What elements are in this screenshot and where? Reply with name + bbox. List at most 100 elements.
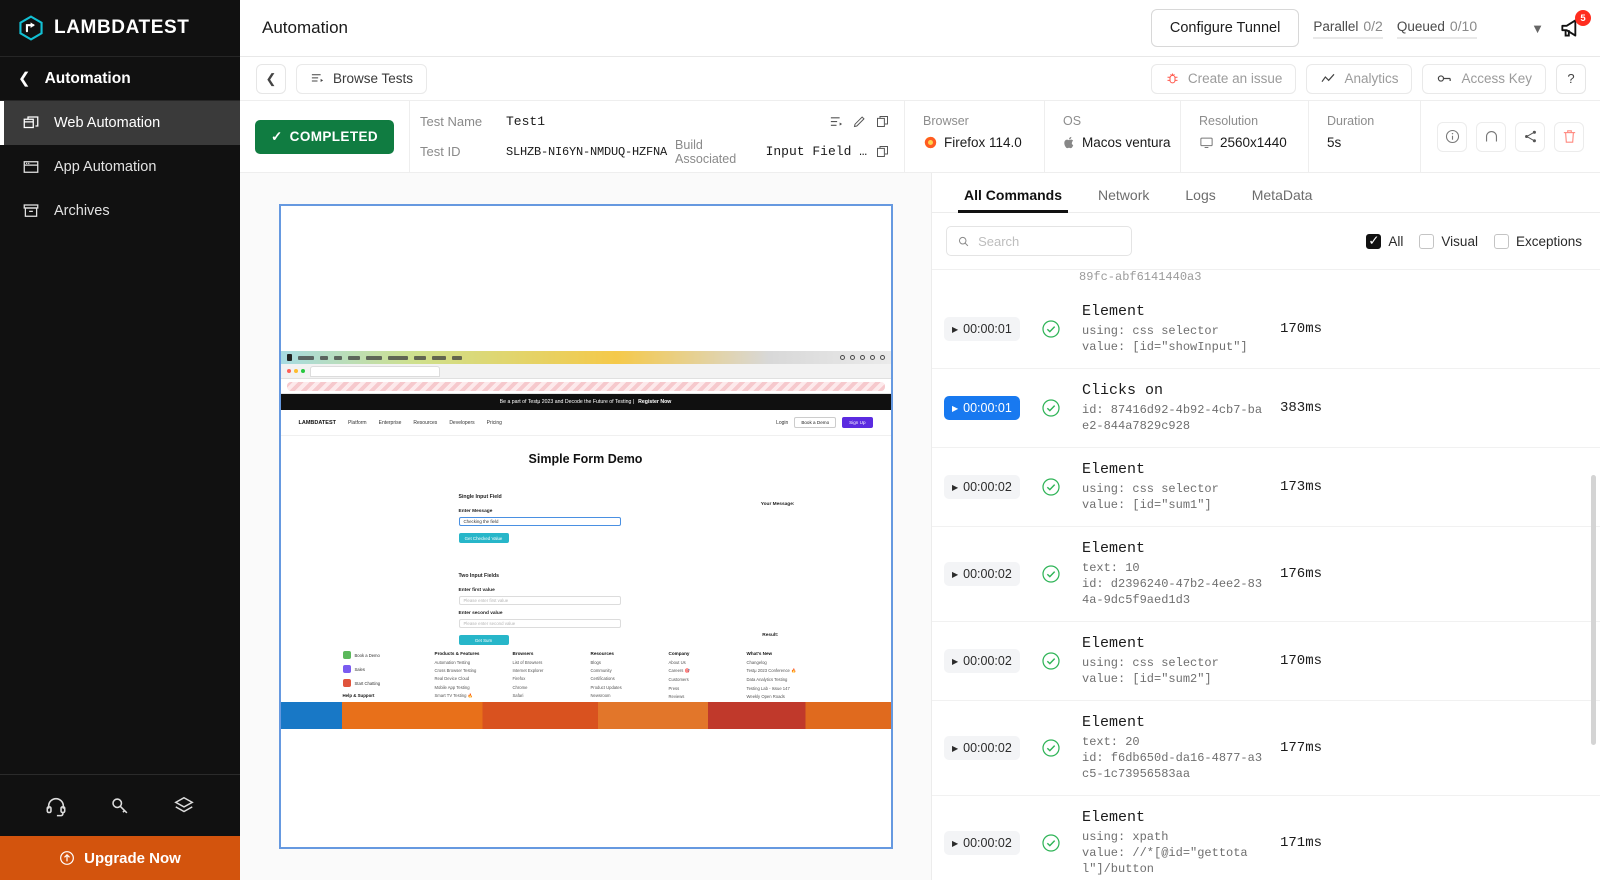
command-timestamp[interactable]: ▶ 00:00:02 bbox=[944, 475, 1020, 499]
check-circle-icon bbox=[1042, 399, 1060, 417]
command-timestamp[interactable]: ▶ 00:00:01 bbox=[944, 317, 1020, 341]
checkbox-all-icon: ✓ bbox=[1366, 233, 1382, 249]
filter-exceptions[interactable]: Exceptions bbox=[1493, 233, 1582, 249]
command-timestamp[interactable]: ▶ 00:00:02 bbox=[944, 649, 1020, 673]
headset-icon[interactable] bbox=[45, 795, 67, 817]
footer-link: Chrome bbox=[512, 684, 528, 690]
sidebar-item-app-automation[interactable]: App Automation bbox=[0, 145, 240, 189]
info-button[interactable] bbox=[1437, 121, 1467, 152]
command-meta: using: css selector value: [id="sum2"] bbox=[1082, 656, 1219, 686]
command-duration: 171ms bbox=[1280, 835, 1323, 851]
command-status bbox=[1020, 477, 1082, 497]
sidebar-item-archives[interactable]: Archives bbox=[0, 189, 240, 233]
command-details: Element text: 10 id: d2396240-47b2-4ee2-… bbox=[1082, 540, 1264, 608]
get-checked-value-button: Get Checked Value bbox=[458, 533, 509, 543]
pencil-icon[interactable] bbox=[852, 114, 867, 129]
second-value-input: Please enter second value bbox=[458, 619, 621, 628]
command-title: Clicks on bbox=[1082, 382, 1164, 399]
footer-badges: Book a Demo Sales Start Chatting Help & … bbox=[342, 651, 435, 702]
browse-tests-button[interactable]: Browse Tests bbox=[296, 63, 428, 94]
create-issue-button[interactable]: Create an issue bbox=[1150, 63, 1297, 94]
copy-icon[interactable] bbox=[875, 114, 890, 129]
commands-scrollbar[interactable] bbox=[1591, 475, 1596, 745]
spec-value-row: 2560x1440 bbox=[1199, 135, 1308, 150]
footer-column: What's New Changelog Testμ 2023 Conferen… bbox=[747, 651, 825, 702]
apple-icon bbox=[1064, 136, 1074, 149]
command-timestamp[interactable]: ▶ 00:00:01 bbox=[944, 396, 1020, 420]
table-row[interactable]: ▶ 00:00:02 Element u bbox=[932, 796, 1600, 880]
sidebar-item-web-automation[interactable]: Web Automation bbox=[0, 101, 240, 145]
table-row[interactable]: ▶ 00:00:01 Clicks on id: 87416d92-4b92-4… bbox=[932, 369, 1600, 448]
check-circle-icon bbox=[1042, 834, 1060, 852]
message-input: Checking the field bbox=[458, 517, 621, 526]
parallel-label: Parallel bbox=[1313, 18, 1359, 34]
checkbox-exceptions-icon bbox=[1493, 233, 1509, 249]
queued-value: 0/10 bbox=[1449, 17, 1478, 34]
spec-value: Firefox 114.0 bbox=[944, 135, 1022, 150]
chevron-left-icon[interactable]: ❮ bbox=[18, 71, 31, 86]
check-icon: ✓ bbox=[270, 128, 283, 144]
status-badge: ✓ COMPLETED bbox=[254, 119, 395, 154]
search-box[interactable] bbox=[946, 226, 1132, 256]
lambdatest-logo-icon bbox=[19, 15, 43, 41]
table-row[interactable]: ▶ 00:00:02 Element u bbox=[932, 622, 1600, 701]
help-button[interactable]: ? bbox=[1556, 63, 1586, 94]
subbar: ❮ Browse Tests Create an issue Analytics… bbox=[240, 57, 1600, 101]
command-timestamp[interactable]: ▶ 00:00:02 bbox=[944, 831, 1020, 855]
analytics-button[interactable]: Analytics bbox=[1306, 63, 1413, 94]
command-timestamp[interactable]: ▶ 00:00:02 bbox=[944, 736, 1020, 760]
key-icon[interactable] bbox=[109, 795, 131, 817]
spec-value: Macos ventura bbox=[1082, 135, 1171, 150]
screenshot-letterbox-bottom bbox=[280, 787, 891, 847]
table-row[interactable]: ▶ 00:00:02 Element t bbox=[932, 701, 1600, 796]
tab-metadata[interactable]: MetaData bbox=[1234, 187, 1331, 212]
command-details: Clicks on id: 87416d92-4b92-4cb7-bae2-84… bbox=[1082, 382, 1264, 434]
table-row[interactable]: ▶ 00:00:01 Element using: css selector v… bbox=[932, 290, 1600, 369]
bug-icon bbox=[1167, 73, 1178, 84]
upgrade-now-button[interactable]: Upgrade Now bbox=[0, 836, 240, 880]
commands-scroll-area[interactable]: 89fc-abf6141440a3 ▶ 00:00:01 Element usi… bbox=[932, 270, 1600, 880]
announcements-button[interactable]: 5 bbox=[1558, 10, 1591, 41]
test-screenshot[interactable]: Be a part of Testμ 2023 and Decode the F… bbox=[278, 204, 893, 849]
brand[interactable]: LAMBDATEST bbox=[0, 0, 240, 57]
configure-tunnel-button[interactable]: Configure Tunnel bbox=[1150, 9, 1300, 47]
search-input[interactable] bbox=[978, 233, 1121, 249]
table-row[interactable]: ▶ 00:00:02 Element u bbox=[932, 448, 1600, 527]
info-icon bbox=[1445, 129, 1459, 144]
command-duration: 170ms bbox=[1280, 321, 1323, 337]
timestamp-text: 00:00:02 bbox=[963, 567, 1012, 581]
delete-button[interactable] bbox=[1554, 121, 1584, 152]
command-timestamp[interactable]: ▶ 00:00:02 bbox=[944, 562, 1020, 586]
copy-icon[interactable] bbox=[875, 144, 890, 159]
footer-badge: Sales bbox=[342, 665, 435, 673]
site-nav-item: Pricing bbox=[486, 419, 502, 426]
access-key-button[interactable]: Access Key bbox=[1422, 63, 1546, 94]
tab-network[interactable]: Network bbox=[1080, 187, 1167, 212]
list-arrow-icon[interactable] bbox=[829, 114, 844, 129]
tab-logs[interactable]: Logs bbox=[1167, 187, 1233, 212]
filter-all[interactable]: ✓ All bbox=[1366, 233, 1403, 249]
footer-column: Company About Us Careers 🎯 Customers Pre… bbox=[669, 651, 747, 702]
back-button[interactable]: ❮ bbox=[256, 63, 286, 94]
share-button[interactable] bbox=[1515, 121, 1545, 152]
command-duration: 177ms bbox=[1280, 740, 1323, 756]
layers-icon[interactable] bbox=[173, 795, 195, 817]
command-title: Element bbox=[1082, 303, 1146, 320]
footer-link: Automation Testing bbox=[434, 660, 471, 665]
check-circle-icon bbox=[1042, 739, 1060, 757]
sidebar-section-header[interactable]: ❮ Automation bbox=[0, 57, 240, 101]
table-row[interactable]: ▶ 00:00:02 Element t bbox=[932, 527, 1600, 622]
command-title: Element bbox=[1082, 714, 1146, 731]
site-nav-item: Enterprise bbox=[378, 419, 402, 426]
arch-button[interactable] bbox=[1476, 121, 1506, 152]
footer-link: Weekly Open Roads bbox=[746, 693, 785, 699]
command-status bbox=[1020, 833, 1082, 853]
footer-column: Resources Blogs Community Certifications… bbox=[591, 651, 669, 702]
site-demo-button: Book a Demo bbox=[794, 417, 837, 428]
browser-url-bar bbox=[280, 379, 891, 394]
filter-visual[interactable]: Visual bbox=[1419, 233, 1478, 249]
tab-all-commands[interactable]: All Commands bbox=[946, 187, 1080, 213]
main-area: Automation Configure Tunnel Parallel 0/2… bbox=[240, 0, 1600, 880]
chevron-down-icon[interactable]: ▼ bbox=[1531, 21, 1544, 36]
